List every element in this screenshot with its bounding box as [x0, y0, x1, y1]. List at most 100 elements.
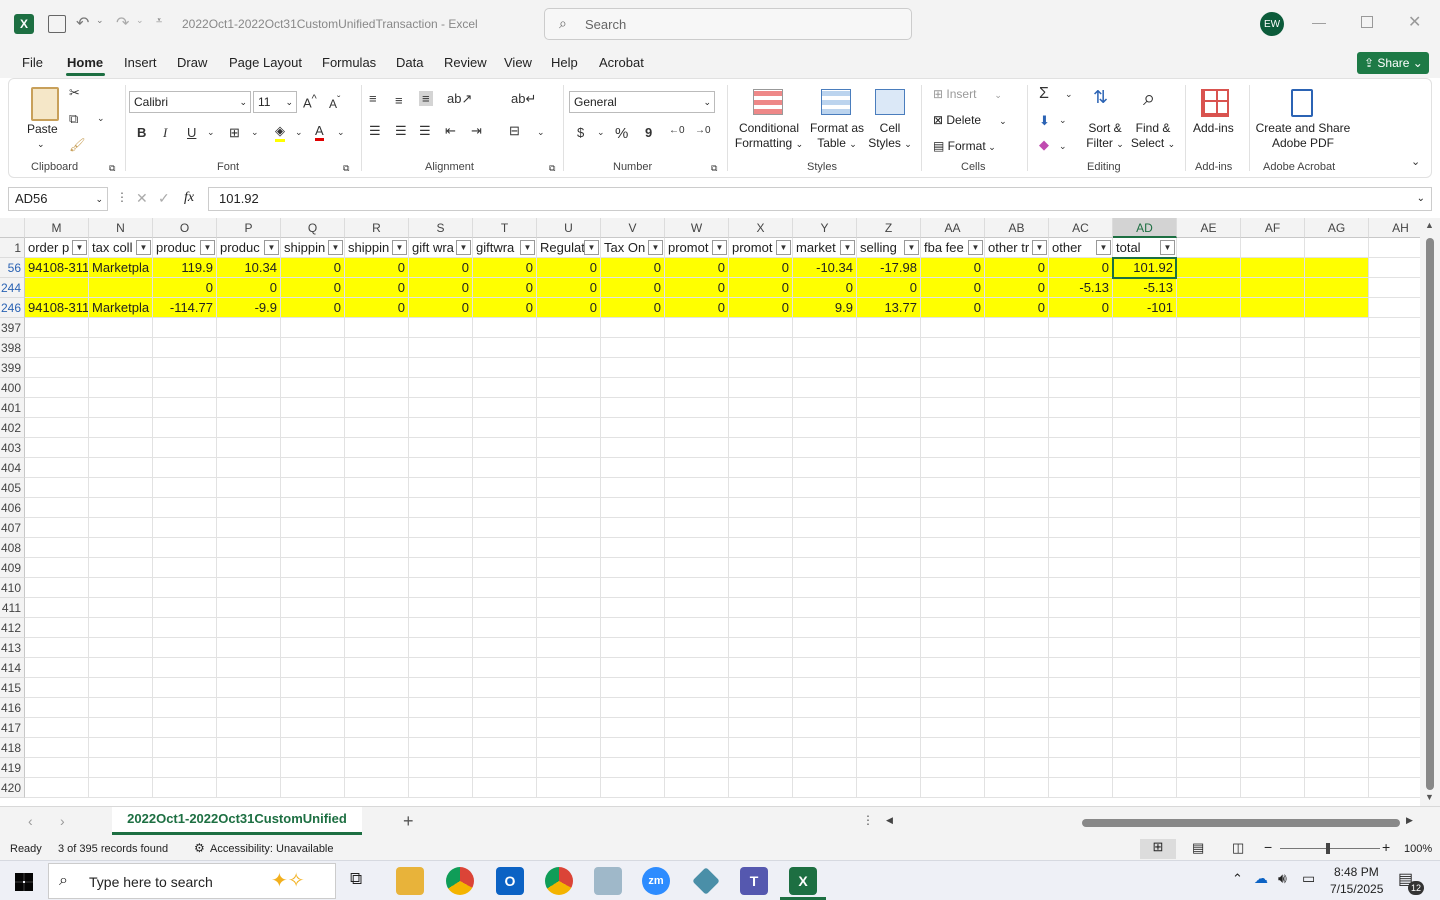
empty-cell[interactable]: [345, 758, 409, 778]
empty-cell[interactable]: [601, 478, 665, 498]
empty-cell[interactable]: [665, 658, 729, 678]
empty-cell[interactable]: [1113, 598, 1177, 618]
font-color-dropdown-icon[interactable]: ⌄: [337, 127, 345, 138]
empty-cell[interactable]: [985, 618, 1049, 638]
empty-cell[interactable]: [153, 378, 217, 398]
empty-cell[interactable]: [601, 578, 665, 598]
empty-cell[interactable]: [1305, 698, 1369, 718]
empty-cell[interactable]: [729, 398, 793, 418]
empty-cell[interactable]: [921, 738, 985, 758]
align-middle-icon[interactable]: ≡: [395, 93, 403, 108]
empty-cell[interactable]: [793, 698, 857, 718]
tab-page-layout[interactable]: Page Layout: [229, 55, 302, 70]
filter-dropdown-icon[interactable]: ▼: [136, 240, 151, 255]
table-cell[interactable]: 0: [729, 278, 793, 298]
empty-cell[interactable]: [1049, 558, 1113, 578]
undo-icon[interactable]: ↶: [76, 13, 89, 33]
empty-cell[interactable]: [793, 338, 857, 358]
empty-cell[interactable]: [153, 658, 217, 678]
add-sheet-icon[interactable]: +: [403, 811, 414, 832]
empty-cell[interactable]: [409, 498, 473, 518]
row-header[interactable]: 415: [0, 678, 25, 698]
empty-cell[interactable]: [921, 358, 985, 378]
empty-cell[interactable]: [409, 318, 473, 338]
empty-cell[interactable]: [89, 398, 153, 418]
header-cell[interactable]: other ▼: [1049, 238, 1113, 258]
header-cell[interactable]: fba fee ▼: [921, 238, 985, 258]
empty-cell[interactable]: [985, 658, 1049, 678]
empty-cell[interactable]: [281, 498, 345, 518]
empty-cell[interactable]: [473, 698, 537, 718]
table-cell[interactable]: [1241, 278, 1305, 298]
empty-cell[interactable]: [409, 578, 473, 598]
empty-cell[interactable]: [665, 398, 729, 418]
empty-cell[interactable]: [793, 478, 857, 498]
italic-button[interactable]: I: [163, 125, 167, 141]
empty-cell[interactable]: [409, 438, 473, 458]
empty-cell[interactable]: [665, 518, 729, 538]
empty-cell[interactable]: [1305, 778, 1369, 798]
share-button[interactable]: ⇪ Share ⌄: [1357, 52, 1429, 74]
header-cell[interactable]: order p ▼: [25, 238, 89, 258]
filter-dropdown-icon[interactable]: ▼: [968, 240, 983, 255]
empty-cell[interactable]: [153, 498, 217, 518]
column-header[interactable]: W: [665, 218, 729, 238]
empty-cell[interactable]: [537, 518, 601, 538]
empty-cell[interactable]: [665, 458, 729, 478]
empty-cell[interactable]: [921, 378, 985, 398]
column-header[interactable]: AD: [1113, 218, 1177, 238]
empty-cell[interactable]: [281, 658, 345, 678]
customize-qat-icon[interactable]: ⩡: [156, 15, 162, 28]
empty-cell[interactable]: [345, 438, 409, 458]
empty-cell[interactable]: [857, 478, 921, 498]
empty-cell[interactable]: [921, 618, 985, 638]
empty-cell[interactable]: [729, 638, 793, 658]
empty-cell[interactable]: [281, 418, 345, 438]
empty-cell[interactable]: [1113, 558, 1177, 578]
empty-cell[interactable]: [473, 538, 537, 558]
page-break-view-icon[interactable]: ◫: [1232, 840, 1244, 856]
empty-cell[interactable]: [409, 398, 473, 418]
empty-cell[interactable]: [1113, 738, 1177, 758]
empty-cell[interactable]: [793, 398, 857, 418]
empty-cell[interactable]: [153, 638, 217, 658]
filter-dropdown-icon[interactable]: ▼: [264, 240, 279, 255]
empty-cell[interactable]: [153, 738, 217, 758]
empty-cell[interactable]: [89, 558, 153, 578]
column-header[interactable]: AA: [921, 218, 985, 238]
empty-cell[interactable]: [25, 638, 89, 658]
align-left-icon[interactable]: ☰: [369, 123, 381, 139]
empty-cell[interactable]: [729, 518, 793, 538]
empty-cell[interactable]: [409, 458, 473, 478]
empty-cell[interactable]: [1305, 618, 1369, 638]
table-cell[interactable]: 10.34: [217, 258, 281, 278]
empty-cell[interactable]: [665, 698, 729, 718]
empty-cell[interactable]: [1049, 538, 1113, 558]
sort-filter-button[interactable]: Sort & Filter ⌄: [1081, 121, 1129, 152]
empty-cell[interactable]: [537, 658, 601, 678]
chrome-profile-icon[interactable]: [545, 867, 573, 895]
column-header[interactable]: R: [345, 218, 409, 238]
empty-cell[interactable]: [409, 738, 473, 758]
empty-cell[interactable]: [1113, 778, 1177, 798]
empty-cell[interactable]: [601, 738, 665, 758]
empty-cell[interactable]: [601, 658, 665, 678]
zoom-in-icon[interactable]: +: [1382, 839, 1390, 855]
bold-button[interactable]: B: [137, 125, 146, 140]
redo-dropdown-icon[interactable]: ⌄: [136, 15, 144, 26]
empty-cell[interactable]: [665, 318, 729, 338]
column-header[interactable]: O: [153, 218, 217, 238]
empty-cell[interactable]: [921, 638, 985, 658]
empty-cell[interactable]: [601, 758, 665, 778]
redo-icon[interactable]: ↷: [116, 13, 129, 33]
empty-cell[interactable]: [1305, 598, 1369, 618]
close-icon[interactable]: ✕: [1408, 12, 1421, 32]
empty-cell[interactable]: [1049, 338, 1113, 358]
empty-cell[interactable]: [729, 558, 793, 578]
empty-cell[interactable]: [473, 398, 537, 418]
empty-cell[interactable]: [89, 578, 153, 598]
empty-cell[interactable]: [345, 498, 409, 518]
column-header[interactable]: S: [409, 218, 473, 238]
empty-cell[interactable]: [1305, 498, 1369, 518]
borders-icon[interactable]: ⊞: [229, 125, 240, 141]
